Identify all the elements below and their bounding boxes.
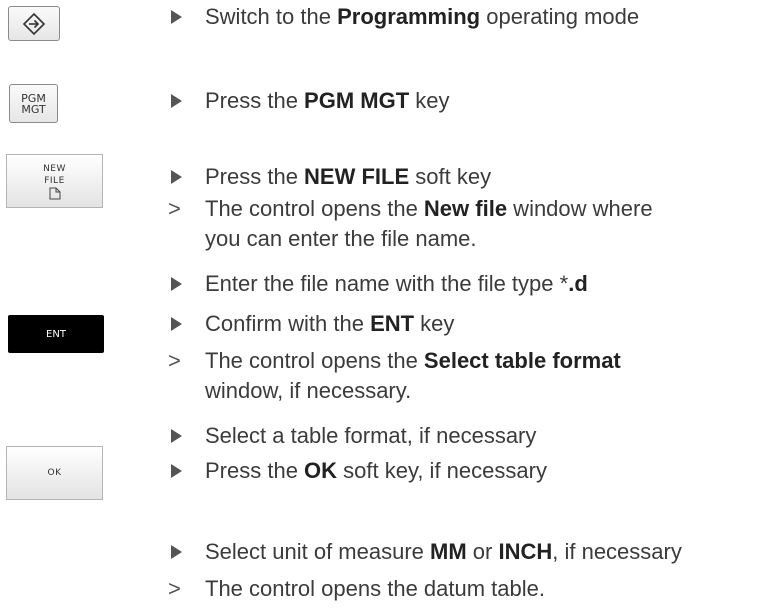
ok-softkey[interactable]: OK xyxy=(6,446,103,500)
step-6: Confirm with the ENT key xyxy=(167,309,454,339)
step-3: Press the NEW FILE soft key xyxy=(167,162,491,192)
new-file-softkey-line2: FILE xyxy=(44,175,65,186)
step-9: Press the OK soft key, if necessary xyxy=(167,456,547,486)
new-file-softkey[interactable]: NEW FILE xyxy=(6,154,103,208)
ent-key-label: ENT xyxy=(46,328,66,340)
ent-key[interactable]: ENT xyxy=(8,315,104,353)
ok-softkey-label: OK xyxy=(47,468,62,478)
pgm-mgt-key-line2: MGT xyxy=(21,102,46,116)
step-8: Select a table format, if necessary xyxy=(167,421,536,451)
step-2: Press the PGM MGT key xyxy=(167,86,450,116)
step-1: Switch to the Programming operating mode xyxy=(167,2,639,32)
new-file-softkey-line1: NEW xyxy=(43,163,66,174)
pgm-mgt-key-line1: PGM xyxy=(21,91,46,105)
programming-mode-key[interactable] xyxy=(8,6,60,41)
step-11-result: > The control opens the datum table. xyxy=(168,576,545,601)
pgm-mgt-key[interactable]: PGM MGT xyxy=(9,84,58,123)
step-4-result: > The control opens the New file window … xyxy=(168,196,653,251)
programming-mode-icon xyxy=(22,12,46,35)
file-icon xyxy=(49,187,60,199)
step-7-result: > The control opens the Select table for… xyxy=(168,348,621,403)
step-5: Enter the file name with the file type *… xyxy=(167,269,588,299)
step-10: Select unit of measure MM or INCH, if ne… xyxy=(167,537,682,567)
